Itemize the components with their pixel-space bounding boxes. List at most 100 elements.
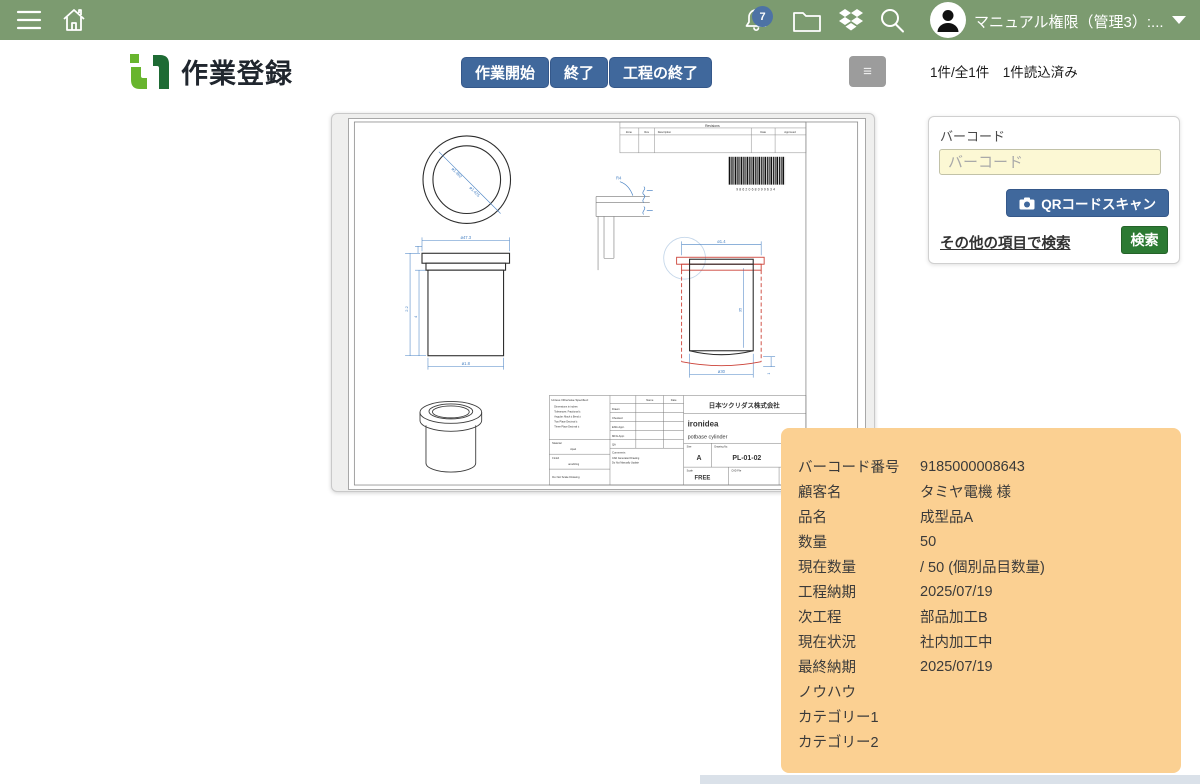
- tb-spec-line: Angular: Mach ± Bend ±: [554, 415, 581, 418]
- info-label: カテゴリー1: [798, 706, 920, 727]
- dim-bottom-diameter: ø30: [718, 369, 726, 374]
- app-logo: 作業登録: [128, 52, 293, 91]
- tb-date-header: Date: [671, 398, 677, 402]
- barcode-search-panel: バーコード QRコードスキャン その他の項目で検索 検索: [928, 116, 1180, 264]
- tb-name-header: Name: [646, 398, 654, 402]
- info-value: 2025/07/19: [920, 659, 993, 675]
- top-bar: 7 マニュアル権限（管理3）:...: [0, 0, 1200, 40]
- dim-outer-diameter: ø1.962: [451, 166, 464, 179]
- dim-body-bottom-diameter: ø1.8: [462, 361, 471, 366]
- brand-mark-icon: [128, 53, 172, 91]
- rev-col-description: Description: [658, 130, 672, 134]
- end-button[interactable]: 終了: [550, 57, 608, 88]
- info-value: 社内加工中: [920, 631, 993, 652]
- search-icon[interactable]: [878, 7, 906, 34]
- tb-brand: ironidea: [688, 419, 719, 428]
- info-label: バーコード番号: [798, 456, 920, 477]
- tb-spec-line: Two Place Decimal ±: [554, 420, 578, 423]
- info-row-status: 現在状況 社内加工中: [798, 629, 1181, 654]
- tb-size-label: Size: [687, 446, 692, 449]
- record-load-status: 1件/全1件 1件読込済み: [930, 61, 1078, 81]
- dim-cap-diameter: ø47.3: [460, 235, 471, 240]
- tb-size-value: A: [697, 455, 702, 462]
- info-row-current-quantity: 現在数量 / 50 (個別品目数量): [798, 554, 1181, 579]
- info-row-customer: 顧客名 タミヤ電機 様: [798, 479, 1181, 504]
- info-value: 成型品A: [920, 506, 973, 527]
- page-title: 作業登録: [181, 52, 293, 91]
- tb-comment-2: Do Not Manually Update: [612, 462, 640, 465]
- detail-section-view: R4: [596, 176, 653, 271]
- tb-no-scale-note: Do Not Scale Drawing: [552, 475, 580, 479]
- chevron-down-icon[interactable]: [1172, 16, 1186, 24]
- horizontal-scrollbar[interactable]: [700, 775, 1200, 784]
- search-button[interactable]: 検索: [1121, 226, 1168, 254]
- info-row-category2: カテゴリー2: [798, 729, 1181, 754]
- tb-finish-label: Finish: [552, 456, 559, 460]
- info-value: タミヤ電機 様: [920, 481, 1011, 502]
- info-value: 9185000008643: [920, 459, 1025, 475]
- person-icon: [933, 5, 963, 35]
- tb-comments-label: Comments: [612, 451, 626, 455]
- barcode-input[interactable]: [939, 149, 1161, 175]
- tb-scale-value: FREE: [695, 476, 711, 482]
- hamburger-menu-icon[interactable]: [16, 9, 42, 31]
- tb-part-name: potbase cylinder: [688, 434, 728, 440]
- tb-spec-line: Dimensions in inches: [554, 405, 578, 408]
- info-label: 現在数量: [798, 556, 920, 577]
- front-view: ø47.3 ø1.7 ø1.8 2.2 4: [404, 235, 509, 370]
- title-block: Unless Otherwise Specified: Dimensions i…: [549, 396, 806, 486]
- info-label: 品名: [798, 506, 920, 527]
- qr-scan-label: QRコードスキャン: [1041, 193, 1156, 213]
- highlighted-view: ø1.4 ø30 35 1: [664, 237, 775, 377]
- info-row-product: 品名 成型品A: [798, 504, 1181, 529]
- info-value: 2025/07/19: [920, 584, 993, 600]
- dim-body-height: 4: [413, 315, 418, 318]
- dropbox-icon[interactable]: [838, 8, 864, 33]
- info-label: 顧客名: [798, 481, 920, 502]
- camera-icon: [1019, 197, 1035, 210]
- tb-drawing-no-label: Drawing No.: [714, 446, 728, 449]
- info-label: 最終納期: [798, 656, 920, 677]
- info-value: 部品加工B: [920, 606, 988, 627]
- rev-col-date: Date: [760, 130, 766, 134]
- info-label: カテゴリー2: [798, 731, 920, 752]
- barcode-label: バーコード: [940, 126, 1005, 145]
- barcode-digits: 9862068099634: [736, 188, 776, 192]
- tb-drawing-no: PL-01-02: [732, 455, 761, 462]
- info-label: ノウハウ: [798, 681, 920, 702]
- tb-spec-line: Three Place Decimal ±: [554, 425, 580, 428]
- home-icon[interactable]: [60, 6, 88, 34]
- rev-col-approved: Approved: [784, 130, 796, 134]
- folder-icon[interactable]: [792, 9, 822, 33]
- info-row-process-due: 工程納期 2025/07/19: [798, 579, 1181, 604]
- work-start-button[interactable]: 作業開始: [461, 57, 549, 88]
- info-value: / 50 (個別品目数量): [920, 556, 1045, 577]
- info-label: 工程納期: [798, 581, 920, 602]
- dim-total-height: 2.2: [404, 306, 409, 312]
- tb-row-qa: QA: [612, 443, 616, 447]
- dim-base-thickness: 1: [767, 373, 771, 375]
- rev-col-zone: Zone: [626, 130, 633, 134]
- drawing-barcode: 9862068099634: [728, 157, 785, 192]
- dim-top-diameter: ø1.4: [717, 239, 726, 244]
- process-end-button[interactable]: 工程の終了: [609, 57, 712, 88]
- tb-row-checked: Checked: [612, 416, 623, 420]
- tb-scale-label: Scale: [687, 470, 694, 473]
- work-info-panel: バーコード番号 9185000008643 顧客名 タミヤ電機 様 品名 成型品…: [781, 428, 1181, 773]
- tb-comment-1: CAD Generated Drawing: [612, 457, 640, 460]
- other-search-link[interactable]: その他の項目で検索: [940, 232, 1071, 253]
- user-role-label[interactable]: マニュアル権限（管理3）:...: [974, 11, 1164, 32]
- list-menu-button[interactable]: ≡: [849, 56, 886, 87]
- tb-row-mfg: MFG Appr.: [612, 434, 625, 438]
- tb-row-drawn: Drawn: [612, 407, 620, 411]
- avatar[interactable]: [930, 2, 966, 38]
- revisions-title: Revisions: [705, 124, 720, 128]
- revisions-table: Revisions Zone Rev Description Date Appr…: [620, 122, 806, 153]
- dim-inner-height: 35: [737, 307, 742, 312]
- tb-material-value: Apa1: [570, 447, 577, 451]
- page: { "colors": { "topbar_green": "#7c9b70",…: [0, 0, 1200, 784]
- qr-scan-button[interactable]: QRコードスキャン: [1006, 189, 1169, 217]
- tb-unless-label: Unless Otherwise Specified:: [551, 398, 588, 402]
- info-row-next-process: 次工程 部品加工B: [798, 604, 1181, 629]
- info-row-category1: カテゴリー1: [798, 704, 1181, 729]
